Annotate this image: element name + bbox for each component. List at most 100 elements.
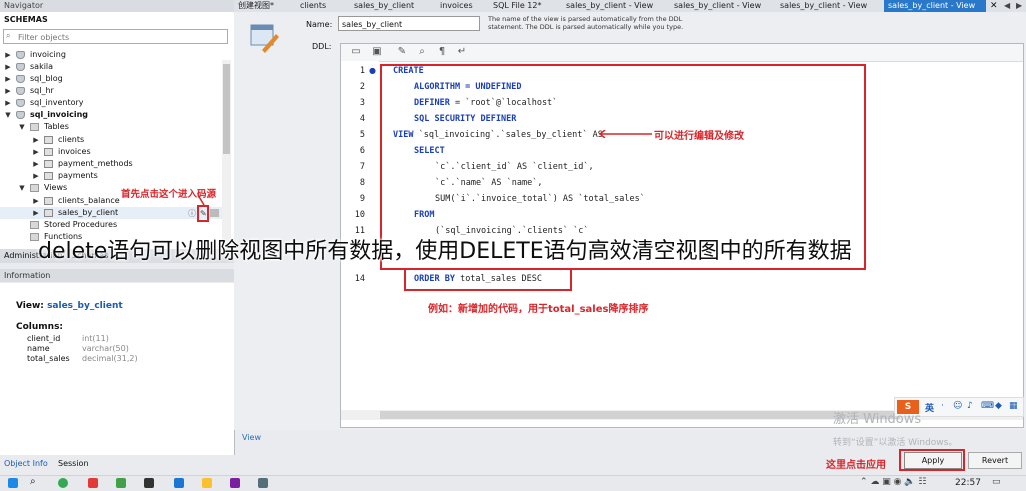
arrow-right-icon[interactable]: ▶ — [1016, 0, 1022, 12]
view-label: clients_balance — [58, 196, 120, 205]
search-icon[interactable]: ⌕ — [30, 476, 36, 487]
expand-arrow-icon[interactable]: ▶ — [32, 170, 40, 182]
collapse-arrow-icon[interactable]: ▼ — [18, 121, 26, 133]
annotation-arrow — [598, 130, 652, 138]
revert-button[interactable]: Revert — [968, 452, 1022, 469]
line-number: 5 — [359, 130, 365, 140]
collapse-arrow-icon[interactable]: ▼ — [4, 109, 12, 121]
name-help-text: The name of the view is parsed automatic… — [488, 15, 684, 31]
expand-arrow-icon[interactable]: ▶ — [4, 49, 12, 61]
expand-arrow-icon[interactable]: ▶ — [4, 73, 12, 85]
table-label: invoices — [58, 147, 91, 156]
database-icon — [16, 75, 25, 83]
database-icon — [16, 87, 25, 95]
tab-view-3[interactable]: sales_by_client - View — [776, 0, 871, 12]
expand-arrow-icon[interactable]: ▶ — [4, 97, 12, 109]
tray-icons[interactable]: ⌃ ☁ ▣ ◉ 🔈 ☷ — [860, 477, 926, 487]
view-item-sales-by-client[interactable]: ▶ sales_by_client ⓘ ✎ — [0, 207, 222, 219]
expand-arrow-icon[interactable]: ▶ — [32, 158, 40, 170]
info-col-type: decimal(31,2) — [82, 354, 138, 363]
expand-arrow-icon[interactable]: ▶ — [32, 207, 40, 219]
schema-item-sql-hr[interactable]: ▶ sql_hr — [0, 85, 222, 97]
database-icon — [16, 51, 25, 59]
folder-label: Views — [44, 183, 68, 192]
microphone-icon[interactable]: ♪ — [967, 401, 973, 411]
tab-sql-file-12[interactable]: SQL File 12* — [489, 0, 545, 12]
collapse-arrow-icon[interactable]: ▼ — [18, 182, 26, 194]
expand-arrow-icon[interactable]: ▶ — [32, 146, 40, 158]
mysql-workbench-icon[interactable] — [258, 478, 268, 488]
tab-clients[interactable]: clients — [296, 0, 330, 12]
beautify-icon[interactable]: ✎ — [396, 46, 408, 58]
folder-icon — [30, 184, 39, 192]
view-name-input[interactable]: sales_by_client — [338, 16, 480, 31]
tab-session[interactable]: Session — [58, 456, 89, 472]
wrap-lines-icon[interactable]: ↵ — [456, 46, 468, 58]
scrollbar-thumb[interactable] — [380, 411, 900, 419]
ime-skin-icon[interactable]: ◆ — [995, 401, 1002, 411]
schema-item-invoicing[interactable]: ▶ invoicing — [0, 49, 222, 61]
info-col-type: int(11) — [82, 334, 109, 343]
table-item-payment-methods[interactable]: ▶ payment_methods — [0, 158, 222, 170]
schema-item-sql-invoicing[interactable]: ▼ sql_invoicing — [0, 109, 222, 121]
ime-smile-icon[interactable]: ☺ — [953, 401, 962, 411]
invisible-chars-icon[interactable]: ¶ — [436, 46, 448, 58]
taskbar-clock: 22:57 — [955, 478, 981, 488]
annotation-apply-here: 这里点击应用 — [826, 460, 886, 471]
stored-procedures-folder[interactable]: Stored Procedures — [0, 219, 222, 231]
schema-item-sql-inventory[interactable]: ▶ sql_inventory — [0, 97, 222, 109]
view-icon — [44, 197, 53, 205]
windows-start-icon[interactable] — [8, 478, 18, 488]
expand-arrow-icon[interactable]: ▶ — [4, 61, 12, 73]
info-col-name: name — [27, 344, 50, 353]
filter-input[interactable]: Filter objects — [3, 29, 228, 44]
tab-view[interactable]: View — [242, 433, 261, 442]
schema-item-sql-blog[interactable]: ▶ sql_blog — [0, 73, 222, 85]
keyboard-icon[interactable]: ⌨ — [981, 401, 994, 411]
info-col-name: client_id — [27, 334, 61, 343]
tables-folder[interactable]: ▼ Tables — [0, 121, 222, 133]
tab-sales-by-client[interactable]: sales_by_client — [350, 0, 418, 12]
schema-item-sakila[interactable]: ▶ sakila — [0, 61, 222, 73]
folder-icon — [30, 221, 39, 229]
notification-icon[interactable]: ▭ — [992, 477, 1001, 487]
database-icon — [16, 99, 25, 107]
arrow-left-icon[interactable]: ◀ — [1004, 0, 1010, 12]
table-item-clients[interactable]: ▶ clients — [0, 134, 222, 146]
expand-arrow-icon[interactable]: ▶ — [32, 134, 40, 146]
save-icon[interactable]: ▣ — [371, 46, 383, 58]
line-number: 6 — [359, 146, 365, 156]
open-folder-icon[interactable]: ▭ — [350, 46, 362, 58]
tab-object-info[interactable]: Object Info — [4, 456, 48, 472]
app-icon[interactable] — [230, 478, 240, 488]
table-data-icon[interactable] — [210, 209, 219, 217]
chrome-icon[interactable] — [58, 478, 68, 488]
expand-arrow-icon[interactable]: ▶ — [32, 195, 40, 207]
information-header: Information — [0, 269, 234, 282]
table-item-payments[interactable]: ▶ payments — [0, 170, 222, 182]
scrollbar-thumb[interactable] — [223, 64, 230, 154]
tab-create-view[interactable]: 创建视图* — [234, 0, 278, 12]
close-icon[interactable]: ✕ — [990, 0, 998, 12]
tab-invoices[interactable]: invoices — [436, 0, 477, 12]
line-number: 3 — [359, 98, 365, 108]
database-icon — [16, 111, 25, 119]
app-icon[interactable] — [88, 478, 98, 488]
expand-arrow-icon[interactable]: ▶ — [4, 85, 12, 97]
search-icon[interactable]: ⌕ — [416, 46, 428, 58]
overlay-caption: delete语句可以删除视图中所有数据，使用DELETE语句高效清空视图中的所有… — [38, 239, 852, 264]
app-icon[interactable] — [174, 478, 184, 488]
schema-label: sql_inventory — [30, 98, 84, 107]
tab-view-2[interactable]: sales_by_client - View — [670, 0, 765, 12]
file-explorer-icon[interactable] — [202, 478, 212, 488]
ime-punct-icon[interactable]: · — [941, 401, 944, 411]
app-icon[interactable] — [116, 478, 126, 488]
tab-view-active[interactable]: sales_by_client - View — [884, 0, 986, 12]
apply-button[interactable]: Apply — [904, 452, 962, 469]
line-number: 4 — [359, 114, 365, 124]
tab-view-1[interactable]: sales_by_client - View — [562, 0, 657, 12]
grid-icon[interactable]: ▦ — [1009, 401, 1018, 411]
app-icon[interactable] — [144, 478, 154, 488]
fold-dot-icon[interactable]: ● — [369, 66, 376, 75]
table-item-invoices[interactable]: ▶ invoices — [0, 146, 222, 158]
